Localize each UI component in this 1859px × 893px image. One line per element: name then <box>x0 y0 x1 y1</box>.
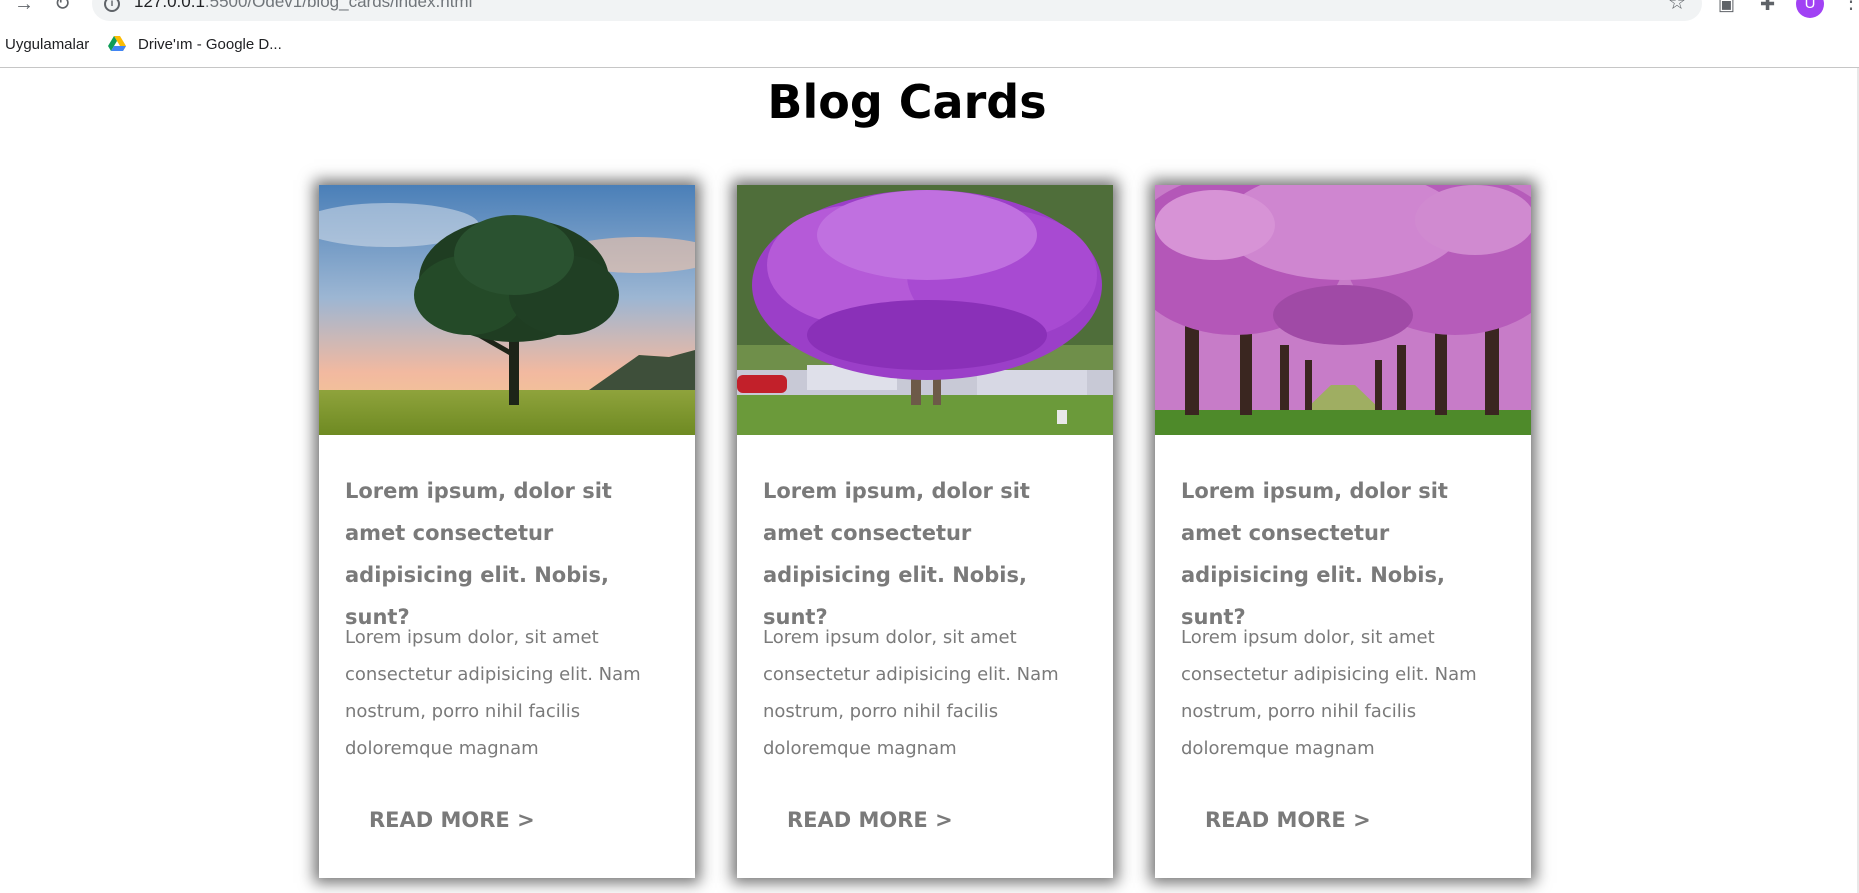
card-title: Lorem ipsum, dolor sit amet consectetur … <box>345 479 612 629</box>
bookmarks-bar: Uygulamalar Drive'ım - Google D... <box>0 25 1859 68</box>
reload-icon[interactable]: ↻ <box>54 0 71 14</box>
url-text[interactable]: 127.0.0.1:5500/Odev1/blog_cards/index.ht… <box>134 0 472 12</box>
card-image-tree-sunset <box>319 185 695 435</box>
url-path: :5500/Odev1/blog_cards/index.html <box>204 0 473 11</box>
puzzle-icon[interactable]: ✚ <box>1760 0 1775 14</box>
read-more-link[interactable]: READ MORE > <box>1205 805 1371 835</box>
card-text: Lorem ipsum dolor, sit amet consectetur … <box>1181 627 1477 759</box>
google-drive-icon <box>108 36 126 51</box>
url-host: 127.0.0.1 <box>134 0 205 11</box>
card-title: Lorem ipsum, dolor sit amet consectetur … <box>1181 479 1448 629</box>
read-more-link[interactable]: READ MORE > <box>787 805 953 835</box>
more-menu-icon[interactable]: ⋮ <box>1841 0 1859 12</box>
blog-card: Lorem ipsum, dolor sit amet consectetur … <box>319 185 695 878</box>
card-text: Lorem ipsum dolor, sit amet consectetur … <box>345 627 641 759</box>
browser-toolbar: → ↻ i 127.0.0.1:5500/Odev1/blog_cards/in… <box>0 0 1859 25</box>
card-title: Lorem ipsum, dolor sit amet consectetur … <box>763 479 1030 629</box>
blog-card: Lorem ipsum, dolor sit amet consectetur … <box>737 185 1113 878</box>
bookmark-star-icon[interactable]: ☆ <box>1668 0 1686 13</box>
card-text: Lorem ipsum dolor, sit amet consectetur … <box>763 627 1059 759</box>
card-image-cherry-avenue <box>1155 185 1531 435</box>
blog-card: Lorem ipsum, dolor sit amet consectetur … <box>1155 185 1531 878</box>
card-image-purple-tree <box>737 185 1113 435</box>
extension-icon[interactable]: ▣ <box>1718 0 1735 14</box>
profile-avatar[interactable]: U <box>1796 0 1824 18</box>
page-title: Blog Cards <box>767 75 1047 129</box>
bookmark-apps[interactable]: Uygulamalar <box>5 35 89 55</box>
bookmark-google-drive[interactable]: Drive'ım - Google D... <box>138 35 282 55</box>
forward-arrow-icon[interactable]: → <box>14 0 34 14</box>
read-more-link[interactable]: READ MORE > <box>369 805 535 835</box>
